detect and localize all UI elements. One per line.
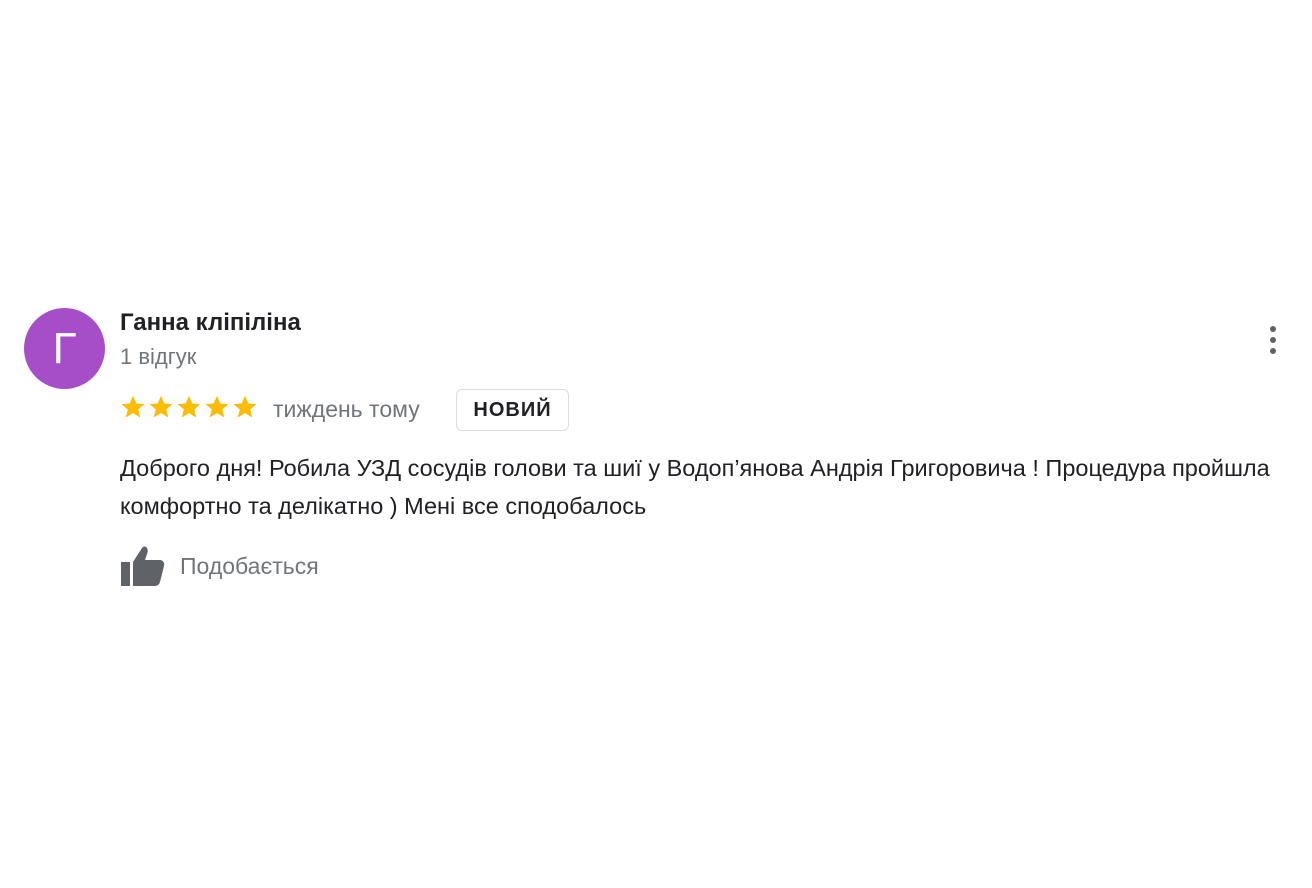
author-name[interactable]: Ганна кліпіліна bbox=[120, 309, 301, 337]
review-count: 1 відгук bbox=[120, 344, 197, 369]
star-icon bbox=[177, 395, 201, 418]
star-rating bbox=[119, 393, 259, 423]
thumb-up-icon bbox=[121, 546, 165, 586]
like-label: Подобається bbox=[180, 552, 319, 579]
new-badge: НОВИЙ bbox=[456, 389, 569, 431]
more-options-button[interactable] bbox=[1256, 320, 1290, 360]
star-icon bbox=[205, 395, 229, 418]
star-icon bbox=[121, 395, 145, 418]
review-text: Доброго дня! Робила УЗД сосудів голови т… bbox=[120, 455, 1270, 519]
avatar[interactable]: Г bbox=[24, 308, 105, 389]
review-card: Г Ганна кліпіліна 1 відгук тиждень тому … bbox=[0, 0, 1312, 888]
more-vert-icon bbox=[1270, 326, 1276, 354]
review-time: тиждень тому bbox=[273, 396, 420, 422]
avatar-initial: Г bbox=[52, 323, 77, 373]
star-icon bbox=[233, 395, 257, 418]
like-button[interactable]: Подобається bbox=[118, 542, 319, 590]
star-icon bbox=[149, 395, 173, 418]
